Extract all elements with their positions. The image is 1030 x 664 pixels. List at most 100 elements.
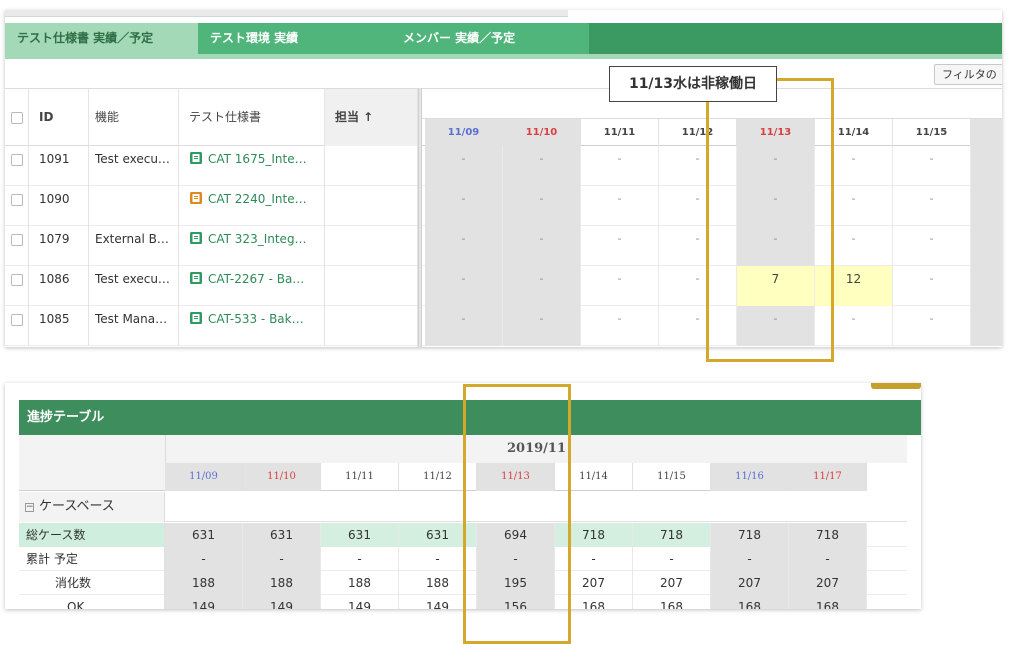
progress-value: 207	[711, 571, 789, 595]
spec-doc-orange-icon	[190, 192, 202, 204]
row-spec-link[interactable]: CAT 2240_Inte…	[179, 186, 325, 226]
date-cell[interactable]: -	[425, 146, 503, 186]
spec-grid-left: ID 機能 テスト仕様書 担当 ↑ 1091 Test execu… CAT 167…	[5, 88, 418, 347]
row-spec-text: CAT 323_Integ…	[208, 232, 307, 246]
row-checkbox-cell	[5, 186, 29, 226]
date-cell[interactable]: -	[581, 266, 659, 306]
row-checkbox[interactable]	[11, 273, 23, 286]
progress-row-label: 累計 予定	[19, 547, 165, 571]
date-cell[interactable]	[971, 226, 1002, 266]
progress-value: 631	[243, 523, 321, 547]
date-cell[interactable]	[971, 266, 1002, 306]
section-label[interactable]: − ケースベース	[19, 492, 165, 522]
column-header-function[interactable]: 機能	[89, 89, 179, 146]
row-id: 1091	[29, 146, 89, 186]
progress-value: 188	[165, 571, 243, 595]
date-cell[interactable]: -	[893, 186, 971, 226]
date-cell[interactable]: -	[893, 146, 971, 186]
date-header: 11/09	[425, 119, 503, 146]
row-spec-link[interactable]: CAT-2267 - Ba…	[179, 266, 325, 306]
gold-tab-accent	[871, 383, 921, 389]
progress-date-header: 11/11	[321, 463, 399, 491]
progress-date-header: 11/17	[789, 463, 867, 491]
column-header-id[interactable]: ID	[29, 89, 89, 146]
grid-header: ID 機能 テスト仕様書 担当 ↑	[5, 88, 418, 146]
progress-value: 168	[633, 595, 711, 609]
progress-value: 718	[633, 523, 711, 547]
row-spec-link[interactable]: CAT 1675_Inte…	[179, 146, 325, 186]
date-cell[interactable]: -	[893, 266, 971, 306]
date-header: 11	[971, 119, 1002, 146]
spec-doc-green-icon	[190, 232, 202, 244]
date-cell[interactable]: -	[425, 186, 503, 226]
row-spec-link[interactable]: CAT 323_Integ…	[179, 226, 325, 266]
date-cell[interactable]: -	[503, 226, 581, 266]
row-function: Test Mana…	[89, 306, 179, 346]
progress-value: 188	[243, 571, 321, 595]
date-cell[interactable]: -	[503, 306, 581, 346]
horizontal-scrollbar[interactable]	[5, 10, 568, 17]
column-header-spec[interactable]: テスト仕様書	[179, 89, 325, 146]
progress-value: 718	[711, 523, 789, 547]
date-cell[interactable]: -	[581, 306, 659, 346]
row-checkbox[interactable]	[11, 153, 23, 166]
row-owner	[325, 226, 418, 266]
row-function: Test execu…	[89, 266, 179, 306]
date-cell[interactable]: -	[581, 146, 659, 186]
table-row[interactable]: 1090 CAT 2240_Inte…	[5, 186, 418, 226]
date-cell[interactable]	[971, 146, 1002, 186]
table-row[interactable]: 1091 Test execu… CAT 1675_Inte…	[5, 146, 418, 186]
date-cell[interactable]: -	[581, 186, 659, 226]
row-checkbox-cell	[5, 146, 29, 186]
progress-date-header: 11/10	[243, 463, 321, 491]
row-spec-text: CAT-533 - Bak…	[208, 312, 304, 326]
date-cell[interactable]: -	[893, 226, 971, 266]
row-checkbox-cell	[5, 266, 29, 306]
row-checkbox[interactable]	[11, 193, 23, 206]
spec-progress-panel: テスト仕様書 実績／予定 テスト環境 実績 メンバー 実績／予定 ID 機能 テ…	[5, 10, 1002, 347]
progress-value: 188	[321, 571, 399, 595]
progress-row-label: 消化数	[19, 571, 165, 595]
date-cell[interactable]: -	[503, 146, 581, 186]
progress-value: 207	[633, 571, 711, 595]
non-working-day-callout: 11/13水は非稼働日	[609, 66, 777, 102]
tab-member-actual-plan[interactable]: メンバー 実績／予定	[391, 23, 589, 54]
row-spec-text: CAT-2267 - Ba…	[208, 272, 305, 286]
date-cell[interactable]	[971, 186, 1002, 226]
date-cell[interactable]: -	[425, 266, 503, 306]
progress-value: 207	[789, 571, 867, 595]
progress-value: -	[243, 547, 321, 571]
date-cell[interactable]: -	[503, 266, 581, 306]
collapse-icon[interactable]: −	[25, 503, 34, 512]
date-cell[interactable]	[971, 306, 1002, 346]
date-cell[interactable]: -	[581, 226, 659, 266]
tab-spec-actual-plan[interactable]: テスト仕様書 実績／予定	[5, 23, 198, 54]
progress-date-header: 11/09	[165, 463, 243, 491]
row-owner	[325, 306, 418, 346]
row-owner	[325, 186, 418, 226]
spec-doc-green-icon	[190, 152, 202, 164]
highlight-frame-1113	[706, 78, 834, 362]
tab-env-actual[interactable]: テスト環境 実績	[198, 23, 391, 54]
date-cell[interactable]: -	[425, 226, 503, 266]
row-spec-link[interactable]: CAT-533 - Bak…	[179, 306, 325, 346]
date-cell[interactable]: -	[503, 186, 581, 226]
row-function: External B…	[89, 226, 179, 266]
row-owner	[325, 266, 418, 306]
row-checkbox[interactable]	[11, 313, 23, 326]
table-row[interactable]: 1079 External B… CAT 323_Integ…	[5, 226, 418, 266]
row-function	[89, 186, 179, 226]
select-all-checkbox[interactable]	[11, 111, 23, 124]
progress-date-header: 11/15	[633, 463, 711, 491]
row-checkbox[interactable]	[11, 233, 23, 246]
progress-value: 149	[321, 595, 399, 609]
row-id: 1086	[29, 266, 89, 306]
date-cell[interactable]: -	[425, 306, 503, 346]
date-cell[interactable]: -	[893, 306, 971, 346]
progress-value: -	[633, 547, 711, 571]
table-row[interactable]: 1085 Test Mana… CAT-533 - Bak…	[5, 306, 418, 346]
date-header: 11/10	[503, 119, 581, 146]
column-header-owner[interactable]: 担当 ↑	[325, 89, 418, 146]
table-row[interactable]: 1086 Test execu… CAT-2267 - Ba…	[5, 266, 418, 306]
filter-button[interactable]: フィルタの	[934, 64, 1002, 85]
